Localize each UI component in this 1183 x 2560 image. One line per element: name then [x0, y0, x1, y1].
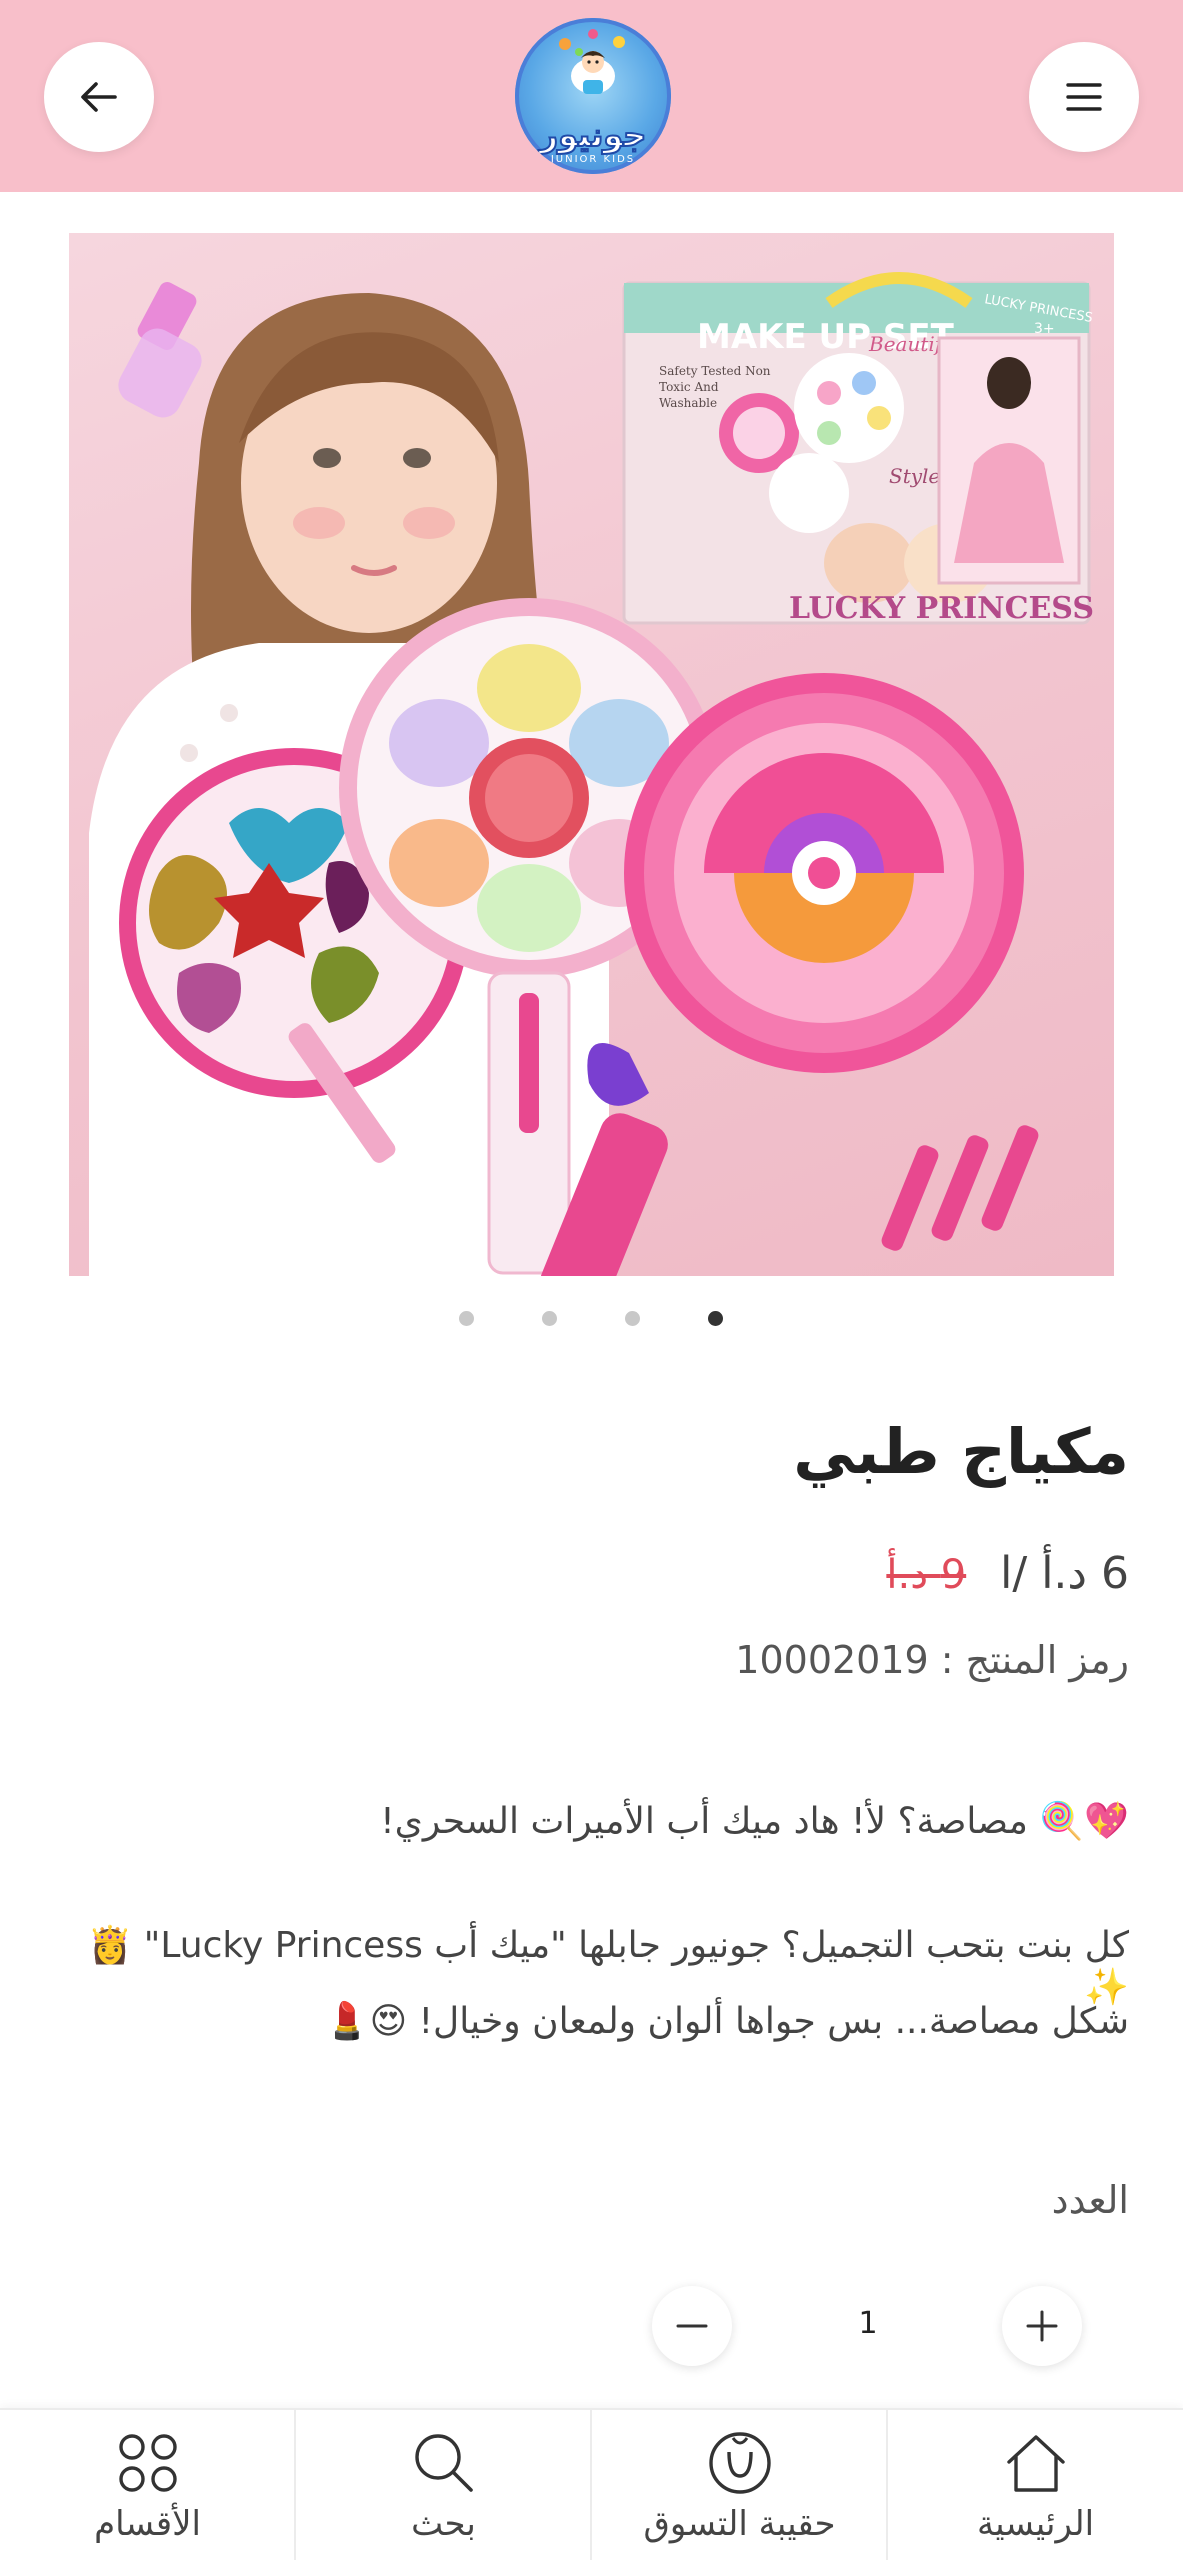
current-price: 6 د.أ /ا	[1000, 1548, 1129, 1599]
product-title: مكياج طبي	[793, 1415, 1129, 1488]
back-button[interactable]	[44, 42, 154, 152]
menu-button[interactable]	[1029, 42, 1139, 152]
pager-dot[interactable]	[542, 1311, 557, 1326]
search-icon	[414, 2434, 473, 2492]
carousel-pagination	[0, 1308, 1183, 1328]
logo-text: جونيور	[539, 115, 648, 155]
nav-home[interactable]: الرئيسية	[888, 2410, 1183, 2560]
nail-polish-image	[118, 282, 202, 418]
nav-categories-label: الأقسام	[94, 2504, 201, 2544]
quantity-value[interactable]: 1	[828, 2306, 908, 2341]
minus-icon	[676, 2324, 708, 2328]
pager-dot[interactable]	[459, 1311, 474, 1326]
price-row: 9 د.أ 6 د.أ /ا	[886, 1548, 1129, 1599]
description-line: 💖🍭 مصاصة؟ لأ! هاد ميك أب الأميرات السحري…	[380, 1801, 1129, 1842]
product-sku: رمز المنتج : 10002019	[735, 1638, 1129, 1682]
brand-logo[interactable]: جونيور JUNIOR KIDS	[515, 18, 671, 174]
nav-divider	[590, 2410, 592, 2560]
old-price: 9 د.أ	[886, 1552, 967, 1598]
logo-stars	[559, 29, 625, 56]
logo-subtext: JUNIOR KIDS	[550, 154, 636, 165]
description-line: شكل مصاصة... بس جواها ألوان ولمعان وخيال…	[324, 2001, 1129, 2042]
nav-shopping-bag-label: حقيبة التسوق	[643, 2504, 836, 2544]
product-box-image: MAKE UP SET Beautiful Safety Tested Non …	[622, 272, 1094, 626]
box-brand-text: LUCKY PRINCESS	[789, 591, 1094, 626]
increase-quantity-button[interactable]	[1002, 2286, 1082, 2366]
nav-shopping-bag[interactable]: حقيبة التسوق	[592, 2410, 887, 2560]
nav-divider	[294, 2410, 296, 2560]
pager-dot[interactable]	[625, 1311, 640, 1326]
nav-divider	[886, 2410, 888, 2560]
decrease-quantity-button[interactable]	[652, 2286, 732, 2366]
box-age-text: 3+	[1034, 321, 1055, 337]
product-image-carousel[interactable]: MAKE UP SET Beautiful Safety Tested Non …	[69, 233, 1114, 1276]
quantity-label: العدد	[1051, 2178, 1129, 2222]
nav-search-label: بحث	[411, 2504, 476, 2544]
home-icon	[1006, 2435, 1065, 2492]
pager-dot-active[interactable]	[708, 1311, 723, 1326]
arrow-left-icon	[81, 82, 117, 112]
app-header: جونيور JUNIOR KIDS	[0, 0, 1183, 192]
shopping-bag-icon	[708, 2432, 771, 2494]
hamburger-menu-icon	[1066, 83, 1102, 111]
description-line: كل بنت بتحب التجميل؟ جونيور جابلها "ميك …	[87, 1925, 1129, 2008]
nav-home-label: الرئيسية	[976, 2504, 1095, 2544]
nav-search[interactable]: بحث	[296, 2410, 591, 2560]
plus-icon	[1026, 2310, 1058, 2342]
nav-categories[interactable]: الأقسام	[0, 2410, 295, 2560]
product-photo: MAKE UP SET Beautiful Safety Tested Non …	[89, 272, 1094, 1276]
categories-grid-icon	[118, 2434, 177, 2492]
